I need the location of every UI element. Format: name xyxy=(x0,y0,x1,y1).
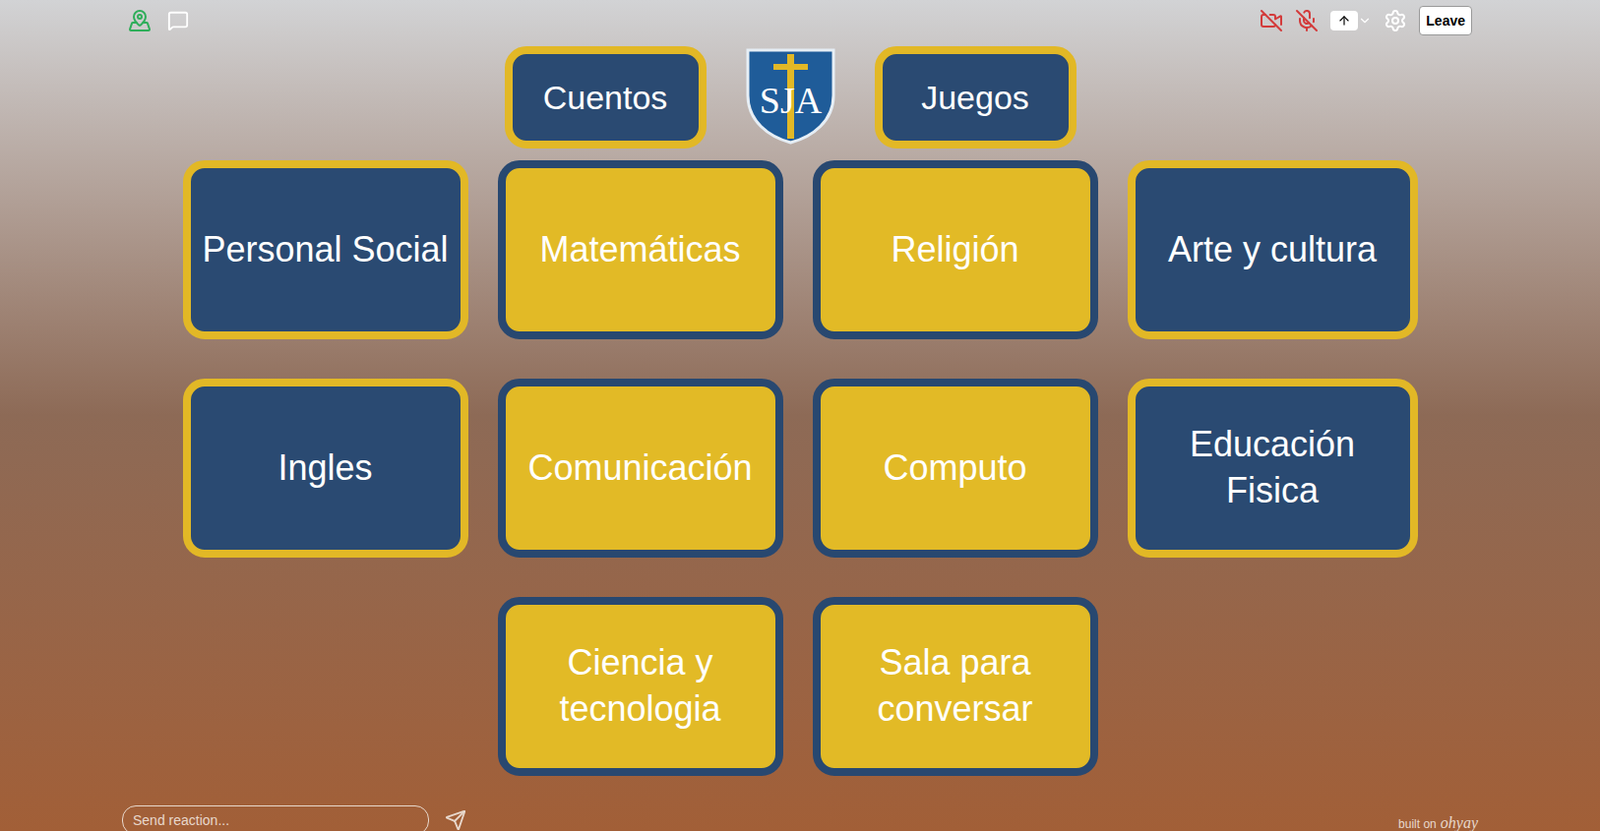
share-button[interactable] xyxy=(1330,10,1372,31)
room-tile[interactable]: Arte y cultura xyxy=(1127,160,1418,340)
rooms-grid: Personal SocialMatemáticasReligiónArte y… xyxy=(183,160,1418,777)
school-logo-icon: SJA xyxy=(743,46,838,145)
room-tile[interactable]: Ingles xyxy=(183,378,469,558)
mic-off-icon[interactable] xyxy=(1294,8,1319,33)
bottom-bar: built onohyay xyxy=(0,805,1600,831)
room-tile[interactable]: Sala para conversar xyxy=(812,597,1099,777)
chat-icon[interactable] xyxy=(167,9,189,32)
room-tile[interactable]: Comunicación xyxy=(497,378,784,558)
room-tile[interactable]: Educación Fisica xyxy=(1127,378,1418,558)
cuentos-button[interactable]: Cuentos xyxy=(504,46,707,149)
map-icon[interactable] xyxy=(127,8,152,33)
chevron-down-icon[interactable] xyxy=(1357,13,1372,28)
camera-off-icon[interactable] xyxy=(1259,8,1284,33)
leave-button[interactable]: Leave xyxy=(1418,5,1473,36)
room-screen: Leave Cuentos SJA Juegos Personal SocialMate… xyxy=(0,0,1600,831)
room-tile[interactable]: Religión xyxy=(812,160,1099,340)
top-row: Cuentos SJA Juegos xyxy=(0,46,1600,149)
room-tile[interactable]: Matemáticas xyxy=(497,160,784,340)
room-tile[interactable]: Personal Social xyxy=(183,160,469,340)
svg-text:SJA: SJA xyxy=(758,79,822,122)
room-tile[interactable]: Computo xyxy=(812,378,1099,558)
top-bar: Leave xyxy=(0,0,1600,42)
send-icon[interactable] xyxy=(444,809,467,831)
room-tile[interactable]: Ciencia y tecnologia xyxy=(497,597,784,777)
built-on-label: built onohyay xyxy=(1398,811,1478,831)
share-icon xyxy=(1337,13,1352,28)
juegos-button[interactable]: Juegos xyxy=(874,46,1077,149)
reaction-input[interactable] xyxy=(122,805,430,831)
gear-icon[interactable] xyxy=(1383,8,1408,33)
